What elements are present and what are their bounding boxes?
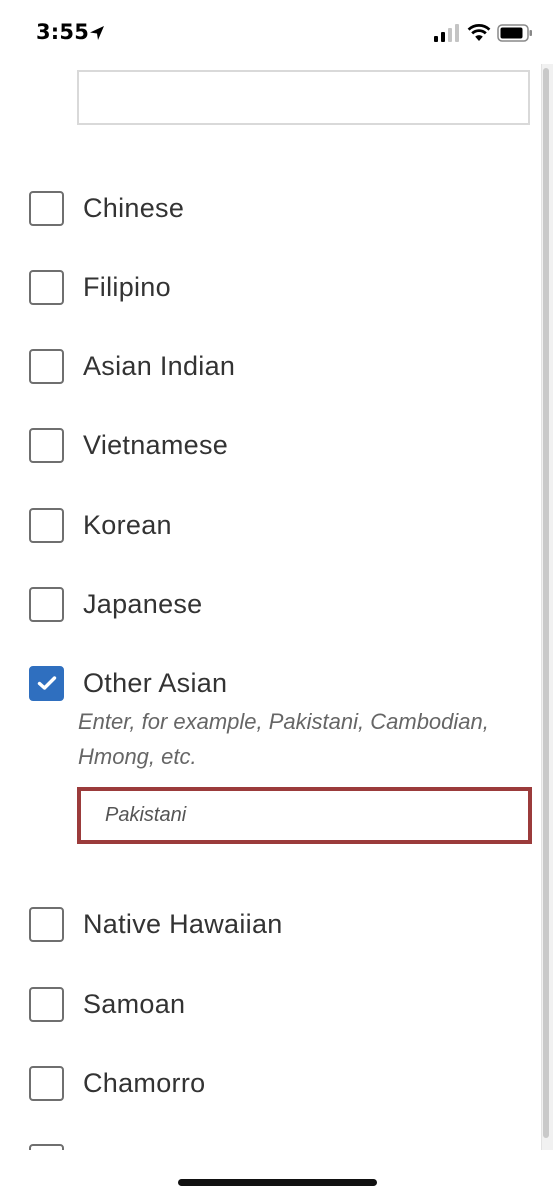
option-other-asian[interactable]: Other Asian [29,663,227,703]
other-asian-input-value: Pakistani [105,804,187,826]
scrollbar-thumb[interactable] [543,68,549,1138]
checkbox[interactable] [29,348,64,384]
wifi-icon [467,24,491,41]
option-label: Chamorro [83,1067,206,1098]
other-asian-help-text: Enter, for example, Pakistani, Cambodian… [78,704,528,774]
option-label: Japanese [83,588,203,619]
cellular-signal-icon [434,24,459,42]
option-label: Filipino [83,271,171,302]
option-label: Vietnamese [83,429,229,460]
option-chamorro[interactable]: Chamorro [29,1063,205,1103]
checkbox[interactable] [29,427,64,463]
text-input[interactable] [77,70,530,125]
option-asian-indian[interactable]: Asian Indian [29,346,235,386]
option-chinese[interactable]: Chinese [29,188,184,228]
option-filipino[interactable]: Filipino [29,267,171,307]
battery-icon [497,24,532,42]
status-bar: 3:55 [0,0,554,66]
checkbox[interactable] [29,1144,64,1150]
checkbox[interactable] [29,906,64,942]
option-korean[interactable]: Korean [29,505,172,545]
checkbox-checked[interactable] [29,665,64,701]
option-label: Asian Indian [83,350,236,381]
help-text-line: Hmong, etc. [78,744,197,769]
option-label: Chinese [83,192,185,223]
checkbox[interactable] [29,190,64,226]
option-label: Korean [83,509,172,540]
help-text-line: Enter, for example, Pakistani, Cambodian… [78,709,489,734]
location-arrow-icon [90,26,104,40]
status-time: 3:55 [36,20,90,44]
option-japanese[interactable]: Japanese [29,584,203,624]
option-partial[interactable] [29,1142,69,1150]
checkbox[interactable] [29,1065,64,1101]
checkbox[interactable] [29,269,64,305]
option-samoan[interactable]: Samoan [29,984,185,1024]
option-label: Other Asian [83,667,228,698]
option-native-hawaiian[interactable]: Native Hawaiian [29,904,283,944]
checkbox[interactable] [29,586,64,622]
option-label: Native Hawaiian [83,908,283,939]
option-label: Samoan [83,988,186,1019]
other-asian-input[interactable]: Pakistani [77,787,532,844]
checkbox[interactable] [29,507,64,543]
checkbox[interactable] [29,986,64,1022]
checkmark-icon [37,676,56,690]
option-vietnamese[interactable]: Vietnamese [29,425,228,465]
home-indicator[interactable] [178,1179,377,1186]
